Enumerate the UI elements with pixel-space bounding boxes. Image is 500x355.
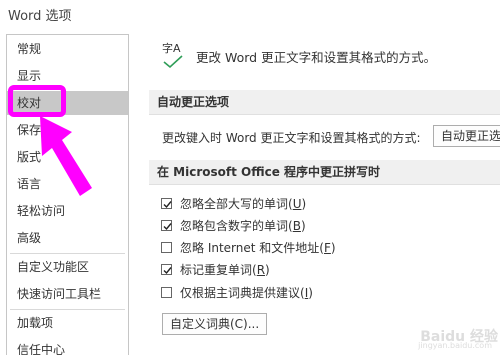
access-key: F [323, 241, 331, 255]
option-label: 标记重复单词 [180, 263, 253, 277]
sidebar-item-add-ins[interactable]: 加载项 [7, 311, 128, 335]
ignore-uppercase-option[interactable]: 忽略全部大写的单词(U) [161, 195, 306, 213]
arrow-pointer-icon [40, 116, 92, 196]
abc-check-icon: 字A [162, 40, 188, 70]
option-label: 忽略 Internet 和文件地址 [180, 241, 320, 255]
autocorrect-options-button[interactable]: 自动更正选 [433, 125, 500, 147]
sidebar-item-general[interactable]: 常规 [7, 37, 128, 61]
window-title: Word 选项 [8, 9, 72, 24]
checkbox[interactable] [161, 264, 172, 275]
proofing-description: 更改 Word 更正文字和设置其格式的方式。 [196, 50, 437, 65]
sidebar-item-quick-access-toolbar[interactable]: 快速访问工具栏 [7, 282, 128, 306]
autocorrect-label: 更改键入时 Word 更正文字和设置其格式的方式: [162, 131, 421, 145]
sidebar-item-advanced[interactable]: 高级 [7, 226, 128, 250]
autocorrect-section-title: 自动更正选项 [149, 90, 500, 115]
checkbox[interactable] [161, 220, 172, 231]
spelling-section-title: 在 Microsoft Office 程序中更正拼写时 [149, 160, 500, 185]
custom-dictionaries-button[interactable]: 自定义词典(C)... [162, 313, 268, 335]
option-label: 仅根据主词典提供建议 [180, 286, 301, 300]
access-key: B [292, 219, 301, 233]
sidebar-divider [10, 309, 125, 310]
sidebar-item-trust-center[interactable]: 信任中心 [7, 338, 128, 355]
abc-check-icon-text: 字A [162, 42, 181, 55]
proofing-panel: 字A 更改 Word 更正文字和设置其格式的方式。 自动更正选项 更改键入时 W… [127, 34, 500, 350]
option-label: 忽略全部大写的单词 [180, 197, 289, 211]
sidebar-divider [10, 253, 125, 254]
access-key: R [256, 263, 266, 277]
access-key: U [292, 197, 302, 211]
checkbox[interactable] [161, 198, 172, 209]
option-label: 忽略包含数字的单词 [180, 219, 289, 233]
ignore-internet-addresses-option[interactable]: 忽略 Internet 和文件地址(F) [161, 239, 336, 257]
checkbox[interactable] [161, 242, 172, 253]
watermark-url: jingyan.baidu.com [418, 341, 492, 350]
access-key: I [304, 286, 309, 300]
flag-repeated-words-option[interactable]: 标记重复单词(R) [161, 261, 270, 279]
sidebar-item-customize-ribbon[interactable]: 自定义功能区 [7, 255, 128, 279]
ignore-numbers-option[interactable]: 忽略包含数字的单词(B) [161, 217, 306, 235]
checkbox[interactable] [161, 287, 172, 298]
main-dictionary-only-option[interactable]: 仅根据主词典提供建议(I) [161, 284, 313, 302]
